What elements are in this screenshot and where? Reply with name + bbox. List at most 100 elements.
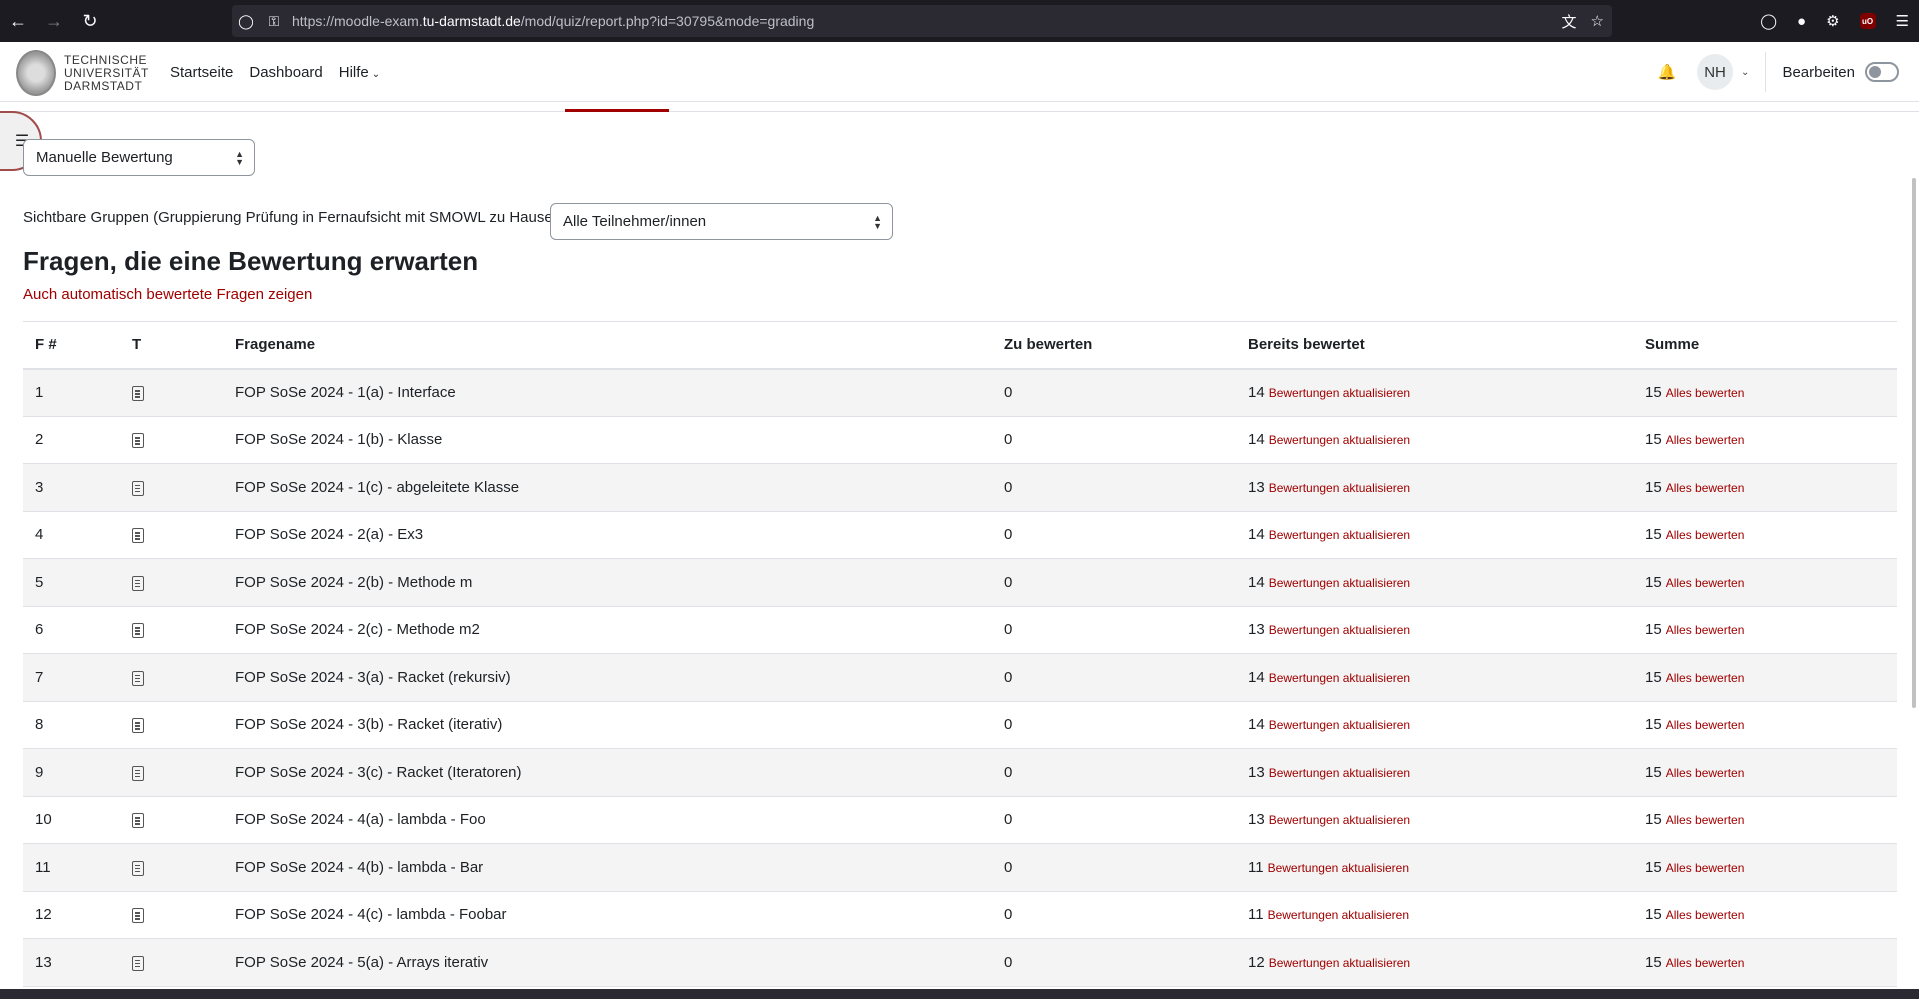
grade-all-link[interactable]: Alles bewerten	[1666, 576, 1745, 590]
to-grade-count: 0	[992, 511, 1236, 559]
already-graded-cell: 12 Bewertungen aktualisieren	[1236, 938, 1633, 987]
bookmark-star-icon[interactable]: ☆	[1591, 12, 1604, 30]
shield-icon[interactable]: ◯	[232, 13, 260, 30]
account-icon[interactable]: ●	[1797, 13, 1806, 30]
total-count: 15	[1645, 906, 1662, 924]
col-type-header[interactable]: T	[120, 321, 223, 370]
question-type-cell	[120, 653, 223, 702]
pocket-icon[interactable]: ◯	[1760, 12, 1777, 30]
to-grade-count: 0	[992, 891, 1236, 939]
chevron-down-icon[interactable]: ⌄	[1741, 67, 1749, 78]
regrade-link[interactable]: Bewertungen aktualisieren	[1268, 861, 1409, 875]
already-graded-count: 12	[1248, 953, 1265, 971]
question-number: 8	[23, 701, 120, 749]
site-navbar: TECHNISCHE UNIVERSITÄT DARMSTADT Startse…	[0, 42, 1919, 102]
grade-all-link[interactable]: Alles bewerten	[1666, 386, 1745, 400]
already-graded-cell: 14 Bewertungen aktualisieren	[1236, 558, 1633, 607]
question-type-cell	[120, 891, 223, 939]
regrade-link[interactable]: Bewertungen aktualisieren	[1269, 576, 1410, 590]
grade-all-link[interactable]: Alles bewerten	[1666, 718, 1745, 732]
col-total-header[interactable]: Summe	[1633, 321, 1897, 370]
essay-question-icon	[132, 718, 144, 734]
lock-icon[interactable]: ⚿	[260, 13, 288, 30]
grading-table: F # T Fragename Zu bewerten Bereits bewe…	[23, 321, 1897, 987]
regrade-link[interactable]: Bewertungen aktualisieren	[1268, 908, 1409, 922]
question-name: FOP SoSe 2024 - 2(b) - Methode m	[223, 558, 992, 607]
essay-question-icon	[132, 528, 144, 544]
col-name-header[interactable]: Fragename	[223, 321, 992, 370]
total-count: 15	[1645, 858, 1662, 876]
question-name: FOP SoSe 2024 - 1(a) - Interface	[223, 368, 992, 417]
avatar[interactable]: NH	[1697, 54, 1734, 90]
show-auto-graded-link[interactable]: Auch automatisch bewertete Fragen zeigen	[23, 286, 312, 303]
reload-icon[interactable]: ↻	[72, 0, 108, 42]
table-header-row: F # T Fragename Zu bewerten Bereits bewe…	[23, 321, 1897, 370]
col-done-header[interactable]: Bereits bewertet	[1236, 321, 1633, 370]
essay-question-icon	[132, 575, 144, 591]
grade-all-link[interactable]: Alles bewerten	[1666, 671, 1745, 685]
group-select[interactable]: Alle Teilnehmer/innen ▲ ▼	[550, 203, 893, 240]
report-type-select[interactable]: Manuelle Bewertung ▲ ▼	[23, 139, 255, 176]
regrade-link[interactable]: Bewertungen aktualisieren	[1269, 623, 1410, 637]
regrade-link[interactable]: Bewertungen aktualisieren	[1269, 671, 1410, 685]
regrade-link[interactable]: Bewertungen aktualisieren	[1269, 528, 1410, 542]
already-graded-count: 13	[1248, 763, 1265, 781]
url-text[interactable]: https://moodle-exam.tu-darmstadt.de/mod/…	[292, 13, 814, 29]
regrade-link[interactable]: Bewertungen aktualisieren	[1269, 481, 1410, 495]
col-number-header[interactable]: F #	[23, 321, 120, 370]
nav-home[interactable]: Startseite	[170, 64, 233, 81]
nav-help[interactable]: Hilfe ⌄	[339, 64, 380, 81]
col-todo-header[interactable]: Zu bewerten	[992, 321, 1236, 370]
university-logo[interactable]: TECHNISCHE UNIVERSITÄT DARMSTADT	[16, 50, 149, 96]
to-grade-count: 0	[992, 558, 1236, 607]
total-count: 15	[1645, 478, 1662, 496]
grade-all-link[interactable]: Alles bewerten	[1666, 861, 1745, 875]
edit-mode-toggle[interactable]	[1865, 62, 1899, 82]
to-grade-count: 0	[992, 843, 1236, 892]
already-graded-cell: 11 Bewertungen aktualisieren	[1236, 891, 1633, 939]
os-taskbar	[0, 989, 1919, 999]
grade-all-link[interactable]: Alles bewerten	[1666, 766, 1745, 780]
grade-all-link[interactable]: Alles bewerten	[1666, 956, 1745, 970]
grade-all-link[interactable]: Alles bewerten	[1666, 623, 1745, 637]
essay-question-icon	[132, 670, 144, 686]
regrade-link[interactable]: Bewertungen aktualisieren	[1269, 956, 1410, 970]
question-number: 2	[23, 416, 120, 464]
grade-all-link[interactable]: Alles bewerten	[1666, 813, 1745, 827]
table-row: 4 FOP SoSe 2024 - 2(a) - Ex3 0 14 Bewertunge…	[23, 511, 1897, 559]
grade-all-link[interactable]: Alles bewerten	[1666, 908, 1745, 922]
table-row: 12 FOP SoSe 2024 - 4(c) - lambda - Foobar…	[23, 891, 1897, 939]
essay-question-icon	[132, 860, 144, 876]
forward-icon[interactable]: →	[36, 0, 72, 42]
grade-all-link[interactable]: Alles bewerten	[1666, 433, 1745, 447]
ublock-icon[interactable]: uO	[1859, 13, 1876, 29]
grade-all-link[interactable]: Alles bewerten	[1666, 528, 1745, 542]
regrade-link[interactable]: Bewertungen aktualisieren	[1269, 433, 1410, 447]
extensions-icon[interactable]: ⚙	[1826, 12, 1839, 30]
total-count: 15	[1645, 384, 1662, 401]
page-scrollbar[interactable]	[1912, 178, 1916, 708]
to-grade-count: 0	[992, 938, 1236, 987]
regrade-link[interactable]: Bewertungen aktualisieren	[1269, 718, 1410, 732]
total-cell: 15 Alles bewerten	[1633, 891, 1897, 939]
question-type-cell	[120, 511, 223, 559]
already-graded-cell: 14 Bewertungen aktualisieren	[1236, 368, 1633, 417]
essay-question-icon	[132, 433, 144, 449]
table-row: 9 FOP SoSe 2024 - 3(c) - Racket (Iterator…	[23, 748, 1897, 797]
nav-dashboard[interactable]: Dashboard	[249, 64, 322, 81]
already-graded-count: 14	[1248, 573, 1265, 591]
grade-all-link[interactable]: Alles bewerten	[1666, 481, 1745, 495]
total-cell: 15 Alles bewerten	[1633, 416, 1897, 464]
table-row: 11 FOP SoSe 2024 - 4(b) - lambda - Bar 0 11…	[23, 843, 1897, 892]
notification-bell-icon[interactable]: 🔔	[1657, 62, 1677, 82]
regrade-link[interactable]: Bewertungen aktualisieren	[1269, 766, 1410, 780]
total-cell: 15 Alles bewerten	[1633, 653, 1897, 702]
question-type-cell	[120, 843, 223, 892]
back-icon[interactable]: ←	[0, 0, 36, 42]
regrade-link[interactable]: Bewertungen aktualisieren	[1269, 813, 1410, 827]
address-bar[interactable]: ◯ ⚿ https://moodle-exam.tu-darmstadt.de/…	[232, 5, 1612, 37]
translate-icon[interactable]: 文	[1562, 11, 1577, 32]
menu-icon[interactable]: ☰	[1896, 12, 1909, 30]
already-graded-cell: 13 Bewertungen aktualisieren	[1236, 748, 1633, 797]
regrade-link[interactable]: Bewertungen aktualisieren	[1269, 386, 1410, 400]
